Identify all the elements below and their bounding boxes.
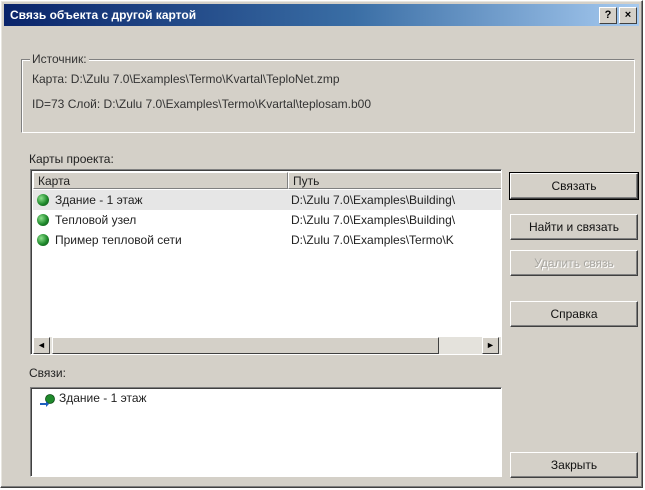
project-maps-label: Карты проекта: bbox=[29, 152, 114, 166]
horizontal-scrollbar[interactable]: ◄ ► bbox=[33, 337, 501, 354]
column-header-map[interactable]: Карта bbox=[33, 172, 288, 189]
list-item[interactable]: Здание - 1 этаж bbox=[33, 388, 501, 408]
links-label: Связи: bbox=[29, 366, 66, 380]
map-path: D:\Zulu 7.0\Examples\Building\ bbox=[291, 213, 456, 227]
source-layer-id: ID=73 Слой: D:\Zulu 7.0\Examples\Termo\K… bbox=[32, 97, 371, 111]
title-bar[interactable]: Связь объекта с другой картой ? × bbox=[4, 4, 639, 26]
column-header-path[interactable]: Путь bbox=[288, 172, 501, 189]
scroll-thumb[interactable] bbox=[52, 337, 439, 354]
help-button[interactable]: Справка bbox=[510, 301, 638, 327]
dialog-title: Связь объекта с другой картой bbox=[10, 8, 197, 22]
map-name: Пример тепловой сети bbox=[55, 233, 182, 247]
close-button[interactable]: Закрыть bbox=[510, 452, 638, 478]
find-and-link-button[interactable]: Найти и связать bbox=[510, 214, 638, 240]
close-icon[interactable]: × bbox=[619, 7, 637, 24]
map-name: Тепловой узел bbox=[55, 213, 137, 227]
delete-link-button[interactable]: Удалить связь bbox=[510, 250, 638, 276]
link-button[interactable]: Связать bbox=[509, 172, 639, 200]
source-legend: Источник: bbox=[30, 52, 89, 66]
list-item[interactable]: Здание - 1 этаж D:\Zulu 7.0\Examples\Bui… bbox=[33, 190, 501, 210]
source-map-path: Карта: D:\Zulu 7.0\Examples\Termo\Kvarta… bbox=[32, 72, 340, 86]
map-path: D:\Zulu 7.0\Examples\Building\ bbox=[291, 193, 456, 207]
list-item[interactable]: Пример тепловой сети D:\Zulu 7.0\Example… bbox=[33, 230, 501, 250]
link-map-icon bbox=[40, 394, 55, 407]
map-icon bbox=[37, 214, 49, 226]
project-maps-list[interactable]: Карта Путь Здание - 1 этаж D:\Zulu 7.0\E… bbox=[30, 169, 502, 355]
scroll-right-button[interactable]: ► bbox=[482, 337, 499, 354]
source-groupbox: Источник: Карта: D:\Zulu 7.0\Examples\Te… bbox=[21, 52, 635, 133]
list-item[interactable]: Тепловой узел D:\Zulu 7.0\Examples\Build… bbox=[33, 210, 501, 230]
dialog-window: Связь объекта с другой картой ? × Источн… bbox=[0, 0, 643, 488]
map-icon bbox=[37, 194, 49, 206]
map-name: Здание - 1 этаж bbox=[55, 193, 143, 207]
map-icon bbox=[37, 234, 49, 246]
map-path: D:\Zulu 7.0\Examples\Termo\K bbox=[291, 233, 454, 247]
help-icon[interactable]: ? bbox=[599, 7, 617, 24]
links-list[interactable]: Здание - 1 этаж bbox=[30, 387, 502, 477]
scroll-left-button[interactable]: ◄ bbox=[33, 337, 50, 354]
link-name: Здание - 1 этаж bbox=[59, 391, 147, 405]
